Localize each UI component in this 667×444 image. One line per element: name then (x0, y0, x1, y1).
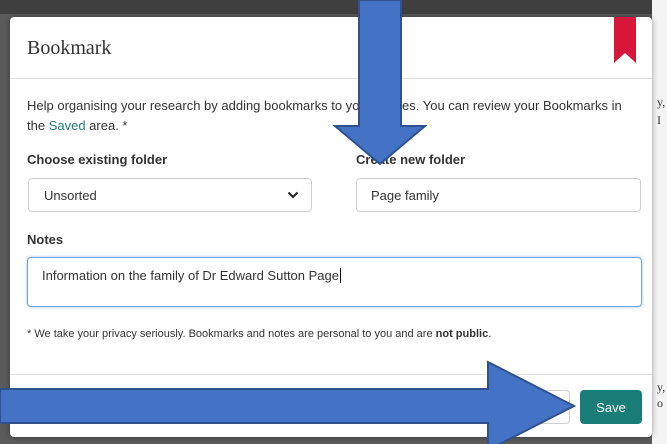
notes-value: Information on the family of Dr Edward S… (42, 268, 341, 283)
text-caret (340, 268, 341, 283)
background-page-edge (652, 0, 667, 444)
existing-folder-value: Unsorted (44, 188, 97, 203)
background-text: y, (657, 95, 666, 109)
saved-link[interactable]: Saved (49, 118, 86, 133)
dialog-title: Bookmark (27, 37, 112, 59)
intro-text: Help organising your research by adding … (27, 98, 622, 133)
background-text: y, (657, 380, 666, 394)
privacy-notice: * We take your privacy seriously. Bookma… (27, 328, 492, 340)
notes-field[interactable]: Information on the family of Dr Edward S… (27, 257, 642, 307)
bookmark-ribbon-icon (614, 17, 636, 63)
background-top-bar (0, 0, 667, 14)
dialog-header: Bookmark (10, 17, 652, 79)
footer-divider (10, 374, 652, 375)
notes-label: Notes (27, 232, 64, 247)
privacy-emphasis: not public (435, 328, 489, 340)
bookmark-dialog: Bookmark Help organising your research b… (10, 17, 652, 437)
background-text: I (657, 113, 661, 127)
new-folder-input[interactable] (356, 178, 641, 212)
save-button[interactable]: Save (580, 390, 642, 424)
new-folder-label: Create new folder (356, 152, 466, 167)
existing-folder-label: Choose existing folder (27, 152, 168, 167)
existing-folder-select[interactable]: Unsorted (28, 178, 312, 212)
background-text: o (657, 396, 663, 410)
chevron-down-icon (287, 191, 299, 199)
cancel-button[interactable] (530, 390, 570, 424)
